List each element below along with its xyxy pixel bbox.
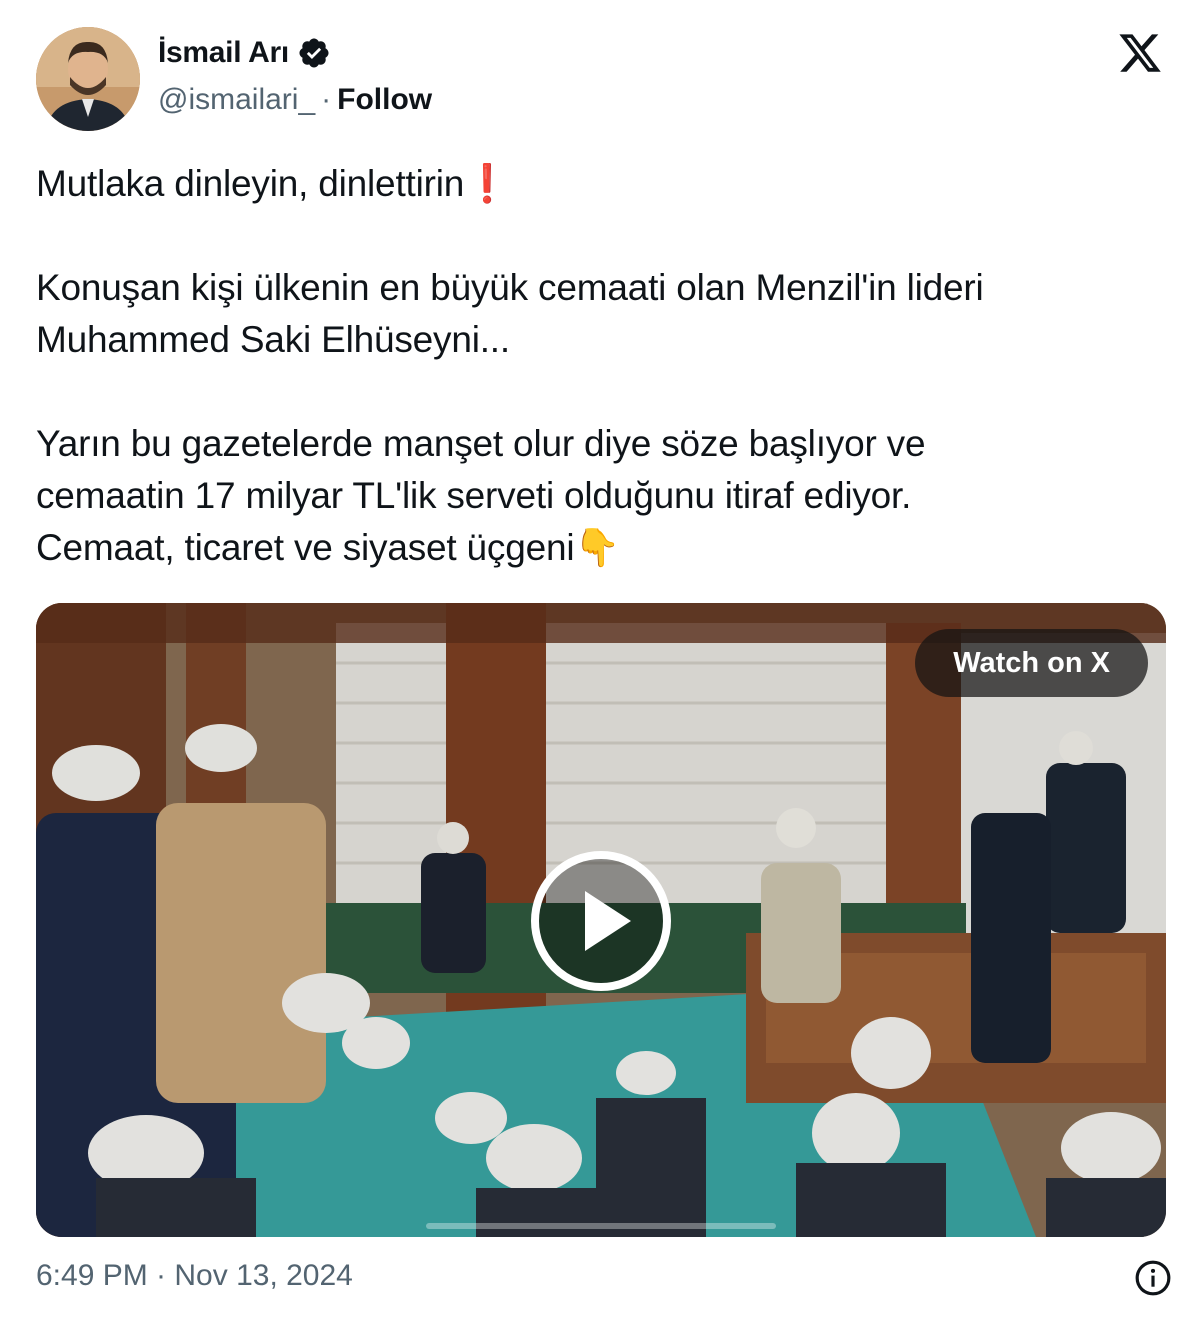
author-avatar[interactable] [36, 27, 140, 131]
handle-separator: · [321, 83, 332, 116]
x-logo-icon[interactable] [1117, 30, 1163, 76]
pointing-down-emoji-icon: 👇 [574, 526, 621, 569]
tweet-line: Yarın bu gazetelerde manşet olur diye sö… [36, 423, 926, 464]
tweet-line: Cemaat, ticaret ve siyaset üçgeni👇 [36, 526, 621, 569]
verified-badge-icon [299, 38, 329, 68]
video-progress-bar[interactable] [426, 1223, 776, 1229]
tweet-line: Konuşan kişi ülkenin en büyük cemaati ol… [36, 267, 984, 308]
follow-button[interactable]: Follow [337, 83, 432, 117]
tweet-body: Mutlaka dinleyin, dinlettirin❗ Konuşan k… [36, 158, 1166, 574]
video-player[interactable]: Watch on X [36, 603, 1166, 1237]
info-icon[interactable] [1134, 1259, 1172, 1297]
author-handle[interactable]: @ismailari_ [158, 83, 315, 117]
tweet-line: Muhammed Saki Elhüseyni... [36, 319, 510, 360]
exclamation-emoji-icon: ❗ [464, 162, 511, 205]
tweet-line: Mutlaka dinleyin, dinlettirin❗ [36, 162, 511, 205]
watch-on-x-button[interactable]: Watch on X [915, 629, 1148, 697]
tweet-timestamp[interactable]: 6:49 PM · Nov 13, 2024 [36, 1259, 353, 1293]
play-icon[interactable] [529, 849, 673, 993]
author-name[interactable]: İsmail Arı [158, 36, 289, 70]
tweet-line: cemaatin 17 milyar TL'lik serveti olduğu… [36, 475, 912, 516]
